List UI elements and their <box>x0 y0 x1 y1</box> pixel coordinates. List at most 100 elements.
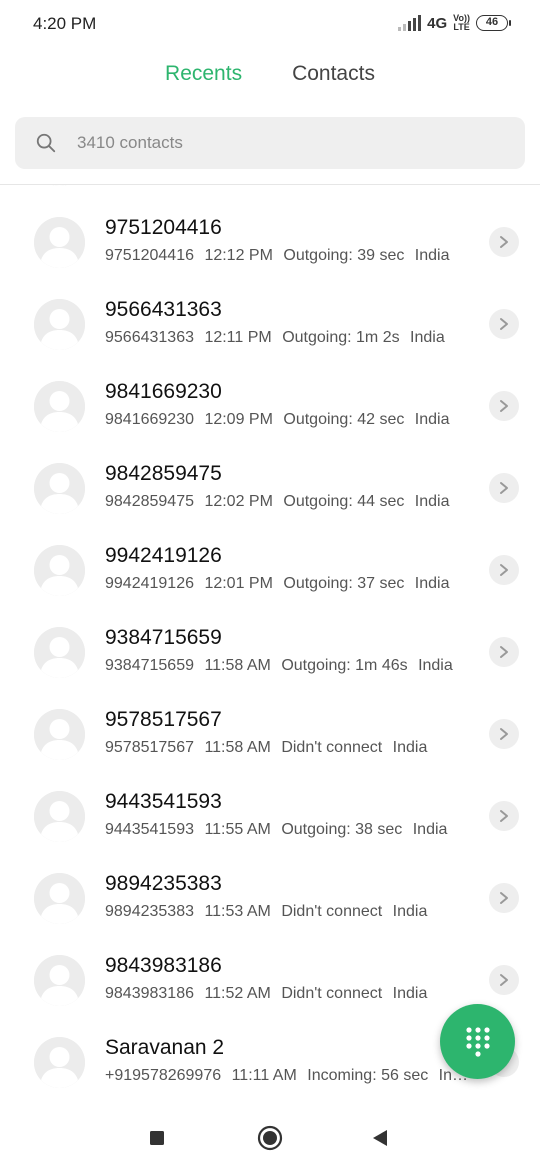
call-log-row[interactable]: 9751204416 9751204416 12:12 PM Outgoing:… <box>0 202 540 284</box>
back-triangle-icon <box>373 1130 387 1146</box>
call-details: 9843983186 11:52 AM Didn't connect India <box>105 985 470 1003</box>
square-icon <box>150 1131 164 1145</box>
call-time: 12:12 PM <box>204 247 273 264</box>
call-log-row[interactable]: 8248085934 8248085934 12:16 PM Didn't co… <box>0 185 540 202</box>
call-number: 9894235383 <box>105 903 194 920</box>
call-log-row[interactable]: 9566431363 9566431363 12:11 PM Outgoing:… <box>0 284 540 366</box>
back-button[interactable] <box>366 1124 394 1152</box>
chevron-right-icon <box>500 974 508 986</box>
call-details-button[interactable] <box>489 801 519 831</box>
call-time: 12:11 PM <box>204 329 272 346</box>
call-time: 11:11 AM <box>231 1067 297 1084</box>
chevron-right-icon <box>500 482 508 494</box>
call-log-list[interactable]: 8248085934 8248085934 12:16 PM Didn't co… <box>0 184 540 1106</box>
call-log-row[interactable]: 9942419126 9942419126 12:01 PM Outgoing:… <box>0 530 540 612</box>
call-location: India <box>392 739 428 756</box>
call-number: 9842859475 <box>105 493 194 510</box>
tab-bar: Recents Contacts <box>0 62 540 98</box>
status-icons: 4G Vo)) LTE 46 <box>398 14 511 32</box>
caller-name: 9942419126 <box>105 544 222 567</box>
chevron-right-icon <box>500 810 508 822</box>
caller-name: 9842859475 <box>105 462 222 485</box>
network-type: 4G <box>427 14 448 32</box>
chevron-right-icon <box>500 236 508 248</box>
call-time: 11:58 AM <box>204 657 271 674</box>
call-location: India <box>392 985 428 1002</box>
call-status: Outgoing: 42 sec <box>283 411 405 428</box>
call-details: +919578269976 11:11 AM Incoming: 56 sec … <box>105 1067 470 1085</box>
chevron-right-icon <box>500 318 508 330</box>
call-number: 9751204416 <box>105 247 194 264</box>
contact-avatar-icon[interactable] <box>34 217 85 268</box>
volte-bottom: LTE <box>453 22 470 32</box>
tab-recents[interactable]: Recents <box>165 62 242 98</box>
contact-avatar-icon[interactable] <box>34 1037 85 1088</box>
contact-avatar-icon[interactable] <box>34 873 85 924</box>
call-status: Incoming: 56 sec <box>307 1067 429 1084</box>
call-log-row[interactable]: 9384715659 9384715659 11:58 AM Outgoing:… <box>0 612 540 694</box>
caller-name: 9894235383 <box>105 872 222 895</box>
call-details: 9578517567 11:58 AM Didn't connect India <box>105 739 470 757</box>
contact-avatar-icon[interactable] <box>34 463 85 514</box>
call-location: India <box>412 821 448 838</box>
caller-name: 9751204416 <box>105 216 222 239</box>
call-number: 9578517567 <box>105 739 194 756</box>
call-status: Didn't connect <box>281 739 383 756</box>
volte-icon: Vo)) LTE <box>453 14 470 32</box>
call-log-row[interactable]: 9841669230 9841669230 12:09 PM Outgoing:… <box>0 366 540 448</box>
search-input[interactable] <box>77 133 457 153</box>
call-details-button[interactable] <box>489 309 519 339</box>
call-log-row[interactable]: 9578517567 9578517567 11:58 AM Didn't co… <box>0 694 540 776</box>
dialpad-icon <box>465 1026 490 1057</box>
call-log-row[interactable]: 9842859475 9842859475 12:02 PM Outgoing:… <box>0 448 540 530</box>
caller-name: 9841669230 <box>105 380 222 403</box>
call-location: India <box>414 493 450 510</box>
call-location: India <box>414 575 450 592</box>
caller-name: 9384715659 <box>105 626 222 649</box>
call-details: 9751204416 12:12 PM Outgoing: 39 sec Ind… <box>105 247 470 265</box>
caller-name: 9843983186 <box>105 954 222 977</box>
search-icon <box>36 133 56 153</box>
call-number: 9843983186 <box>105 985 194 1002</box>
chevron-right-icon <box>500 728 508 740</box>
contact-avatar-icon[interactable] <box>34 791 85 842</box>
battery-icon: 46 <box>476 15 511 31</box>
contact-avatar-icon[interactable] <box>34 627 85 678</box>
call-details-button[interactable] <box>489 637 519 667</box>
call-time: 11:58 AM <box>204 739 271 756</box>
chevron-right-icon <box>500 564 508 576</box>
call-details-button[interactable] <box>489 555 519 585</box>
call-status: Outgoing: 1m 2s <box>282 329 400 346</box>
call-details-button[interactable] <box>489 227 519 257</box>
call-details: 9842859475 12:02 PM Outgoing: 44 sec Ind… <box>105 493 470 511</box>
call-number: 9942419126 <box>105 575 194 592</box>
contact-avatar-icon[interactable] <box>34 381 85 432</box>
call-details: 9841669230 12:09 PM Outgoing: 42 sec Ind… <box>105 411 470 429</box>
call-time: 11:53 AM <box>204 903 271 920</box>
call-location: India <box>414 411 450 428</box>
battery-level: 46 <box>485 16 499 28</box>
call-details-button[interactable] <box>489 473 519 503</box>
call-details-button[interactable] <box>489 391 519 421</box>
call-details: 9894235383 11:53 AM Didn't connect India <box>105 903 470 921</box>
call-number: 9384715659 <box>105 657 194 674</box>
call-time: 12:09 PM <box>204 411 273 428</box>
call-log-row[interactable]: 9443541593 9443541593 11:55 AM Outgoing:… <box>0 776 540 858</box>
home-button[interactable] <box>256 1124 284 1152</box>
call-location: India <box>410 329 445 346</box>
call-details-button[interactable] <box>489 883 519 913</box>
signal-icon <box>398 15 422 31</box>
caller-name: 9578517567 <box>105 708 222 731</box>
call-details-button[interactable] <box>489 965 519 995</box>
tab-contacts[interactable]: Contacts <box>292 62 375 98</box>
call-log-row[interactable]: 9894235383 9894235383 11:53 AM Didn't co… <box>0 858 540 940</box>
contact-avatar-icon[interactable] <box>34 955 85 1006</box>
recent-apps-button[interactable] <box>143 1124 171 1152</box>
dialpad-button[interactable] <box>440 1004 515 1079</box>
contact-avatar-icon[interactable] <box>34 185 85 186</box>
call-details-button[interactable] <box>489 719 519 749</box>
contact-avatar-icon[interactable] <box>34 299 85 350</box>
contact-avatar-icon[interactable] <box>34 709 85 760</box>
search-bar[interactable] <box>15 117 525 169</box>
contact-avatar-icon[interactable] <box>34 545 85 596</box>
